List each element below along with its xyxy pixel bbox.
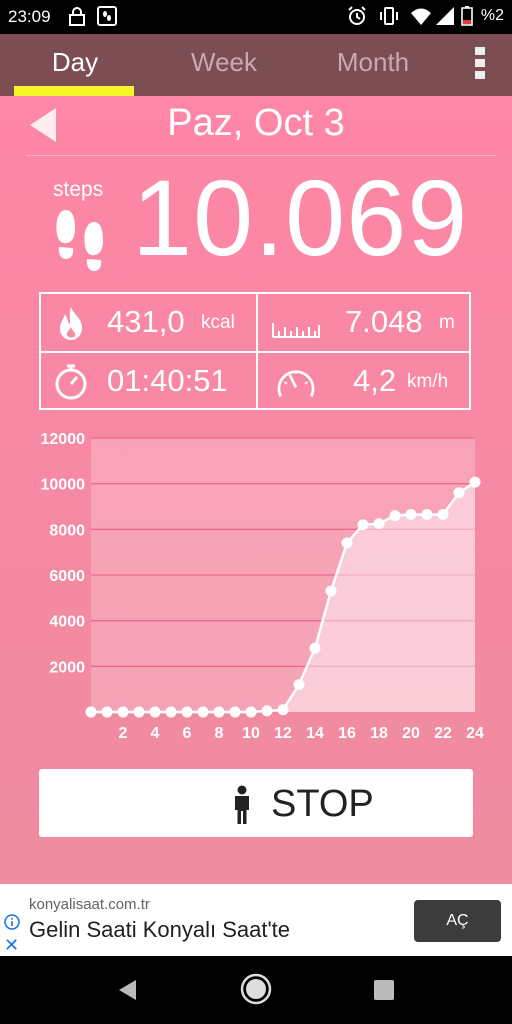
chart-x-tick-label: 18 [370, 725, 388, 742]
chart-y-tick-label: 4000 [49, 614, 85, 631]
stop-button-label: STOP [271, 783, 374, 825]
step-count: 10.069 [132, 157, 469, 278]
battery-low-icon [461, 6, 473, 26]
chart-data-point [245, 706, 257, 718]
chart-x-tick-label: 14 [306, 725, 324, 742]
ad-headline[interactable]: Gelin Saati Konyalı Saat'te [29, 917, 290, 943]
chart-y-tick-label: 2000 [49, 659, 85, 676]
footprints-icon [56, 210, 103, 271]
chart-x-tick-label: 16 [338, 725, 356, 742]
distance-cell: 7.048 m [257, 294, 471, 351]
chart-data-point [197, 706, 209, 718]
chart-x-tick-label: 20 [402, 725, 420, 742]
speed-cell: 4,2 km/h [257, 353, 471, 410]
chart-x-tick-label: 24 [466, 725, 484, 742]
calories-cell: 431,0 kcal [41, 294, 255, 351]
chart-data-point [437, 508, 449, 520]
chart-data-point [133, 706, 145, 718]
speed-value: 4,2 [353, 363, 397, 398]
hourly-steps-chart: 200040006000800010000120002 4 6 8 10 12 14 16 18… [41, 431, 485, 742]
lock-icon [69, 7, 85, 26]
chart-data-point [117, 706, 129, 718]
chart-data-point [261, 705, 273, 717]
ad-close-icon[interactable]: ✕ [4, 935, 19, 956]
speed-unit: km/h [407, 371, 449, 392]
status-time: 23:09 [8, 7, 51, 26]
active-tab-indicator [14, 86, 134, 96]
system-nav-bar [0, 956, 512, 1024]
tab-week[interactable]: Week [149, 34, 299, 96]
ad-open-button[interactable]: AÇ [414, 900, 501, 942]
date-label: Paz, Oct 3 [167, 102, 345, 144]
divider [26, 155, 496, 156]
steps-label: steps [53, 178, 104, 201]
stop-button[interactable]: STOP [39, 769, 473, 837]
chart-data-point [421, 508, 433, 520]
status-bar: 23:09 %2 [0, 0, 512, 34]
ad-banner[interactable]: ✕ konyalisaat.com.tr Gelin Saati Konyalı… [0, 884, 512, 956]
wifi-icon [411, 8, 431, 25]
chart-data-point [389, 510, 401, 522]
chart-x-tick-label: 8 [215, 725, 224, 742]
chart-data-point [341, 537, 353, 549]
chart-x-tick-label: 10 [242, 725, 260, 742]
day-view: Paz, Oct 3 steps 10.069 431,0 kcal 7.048… [0, 96, 512, 884]
distance-unit: m [439, 312, 455, 333]
tab-month[interactable]: Month [298, 34, 448, 96]
info-icon[interactable] [4, 914, 20, 930]
back-icon[interactable] [116, 978, 138, 1002]
recents-icon[interactable] [373, 979, 395, 1001]
chart-x-tick-label: 22 [434, 725, 452, 742]
chart-data-point [309, 642, 321, 654]
person-icon [235, 785, 249, 824]
chart-data-point [373, 518, 385, 530]
chart-x-tick-label: 6 [183, 725, 192, 742]
chart-data-point [229, 706, 241, 718]
date-navigator: Paz, Oct 3 [0, 96, 512, 156]
home-icon[interactable] [239, 972, 273, 1006]
ad-domain: konyalisaat.com.tr [29, 896, 150, 913]
chart-data-point [405, 508, 417, 520]
vibrate-icon [380, 7, 398, 25]
step-counter-notification-icon [97, 6, 117, 26]
chart-data-point [469, 476, 481, 488]
duration-value: 01:40:51 [107, 363, 228, 398]
chart-data-point [101, 706, 113, 718]
distance-value: 7.048 [345, 304, 423, 339]
chart-data-point [277, 704, 289, 716]
chart-data-point [357, 519, 369, 531]
chart-y-tick-label: 8000 [49, 522, 85, 539]
calories-unit: kcal [201, 312, 235, 333]
stats-grid: 431,0 kcal 7.048 m 01:40:51 4,2 km/h [39, 292, 471, 410]
chart-data-point [453, 487, 465, 499]
chart-x-tick-label: 2 [119, 725, 128, 742]
calories-value: 431,0 [107, 304, 185, 339]
overflow-menu-icon[interactable] [470, 44, 490, 84]
duration-cell: 01:40:51 [41, 353, 255, 410]
chart-data-point [325, 585, 337, 597]
chart-data-point [181, 706, 193, 718]
flame-icon [60, 307, 82, 340]
chart-y-tick-label: 12000 [41, 431, 86, 448]
speedometer-icon [277, 370, 315, 398]
chart-x-tick-label: 4 [151, 725, 160, 742]
cell-signal-icon [436, 7, 454, 25]
chart-x-tick-label: 12 [274, 725, 292, 742]
chart-data-point [149, 706, 161, 718]
chart-data-point [213, 706, 225, 718]
chart-y-tick-label: 10000 [41, 477, 86, 494]
chart-data-point [165, 706, 177, 718]
chart-y-tick-label: 6000 [49, 568, 85, 585]
ruler-icon [272, 323, 320, 338]
chart-data-point [85, 706, 97, 718]
chart-data-point [293, 679, 305, 691]
stopwatch-icon [55, 364, 87, 400]
alarm-icon [348, 6, 366, 25]
battery-percent: %2 [480, 7, 504, 24]
